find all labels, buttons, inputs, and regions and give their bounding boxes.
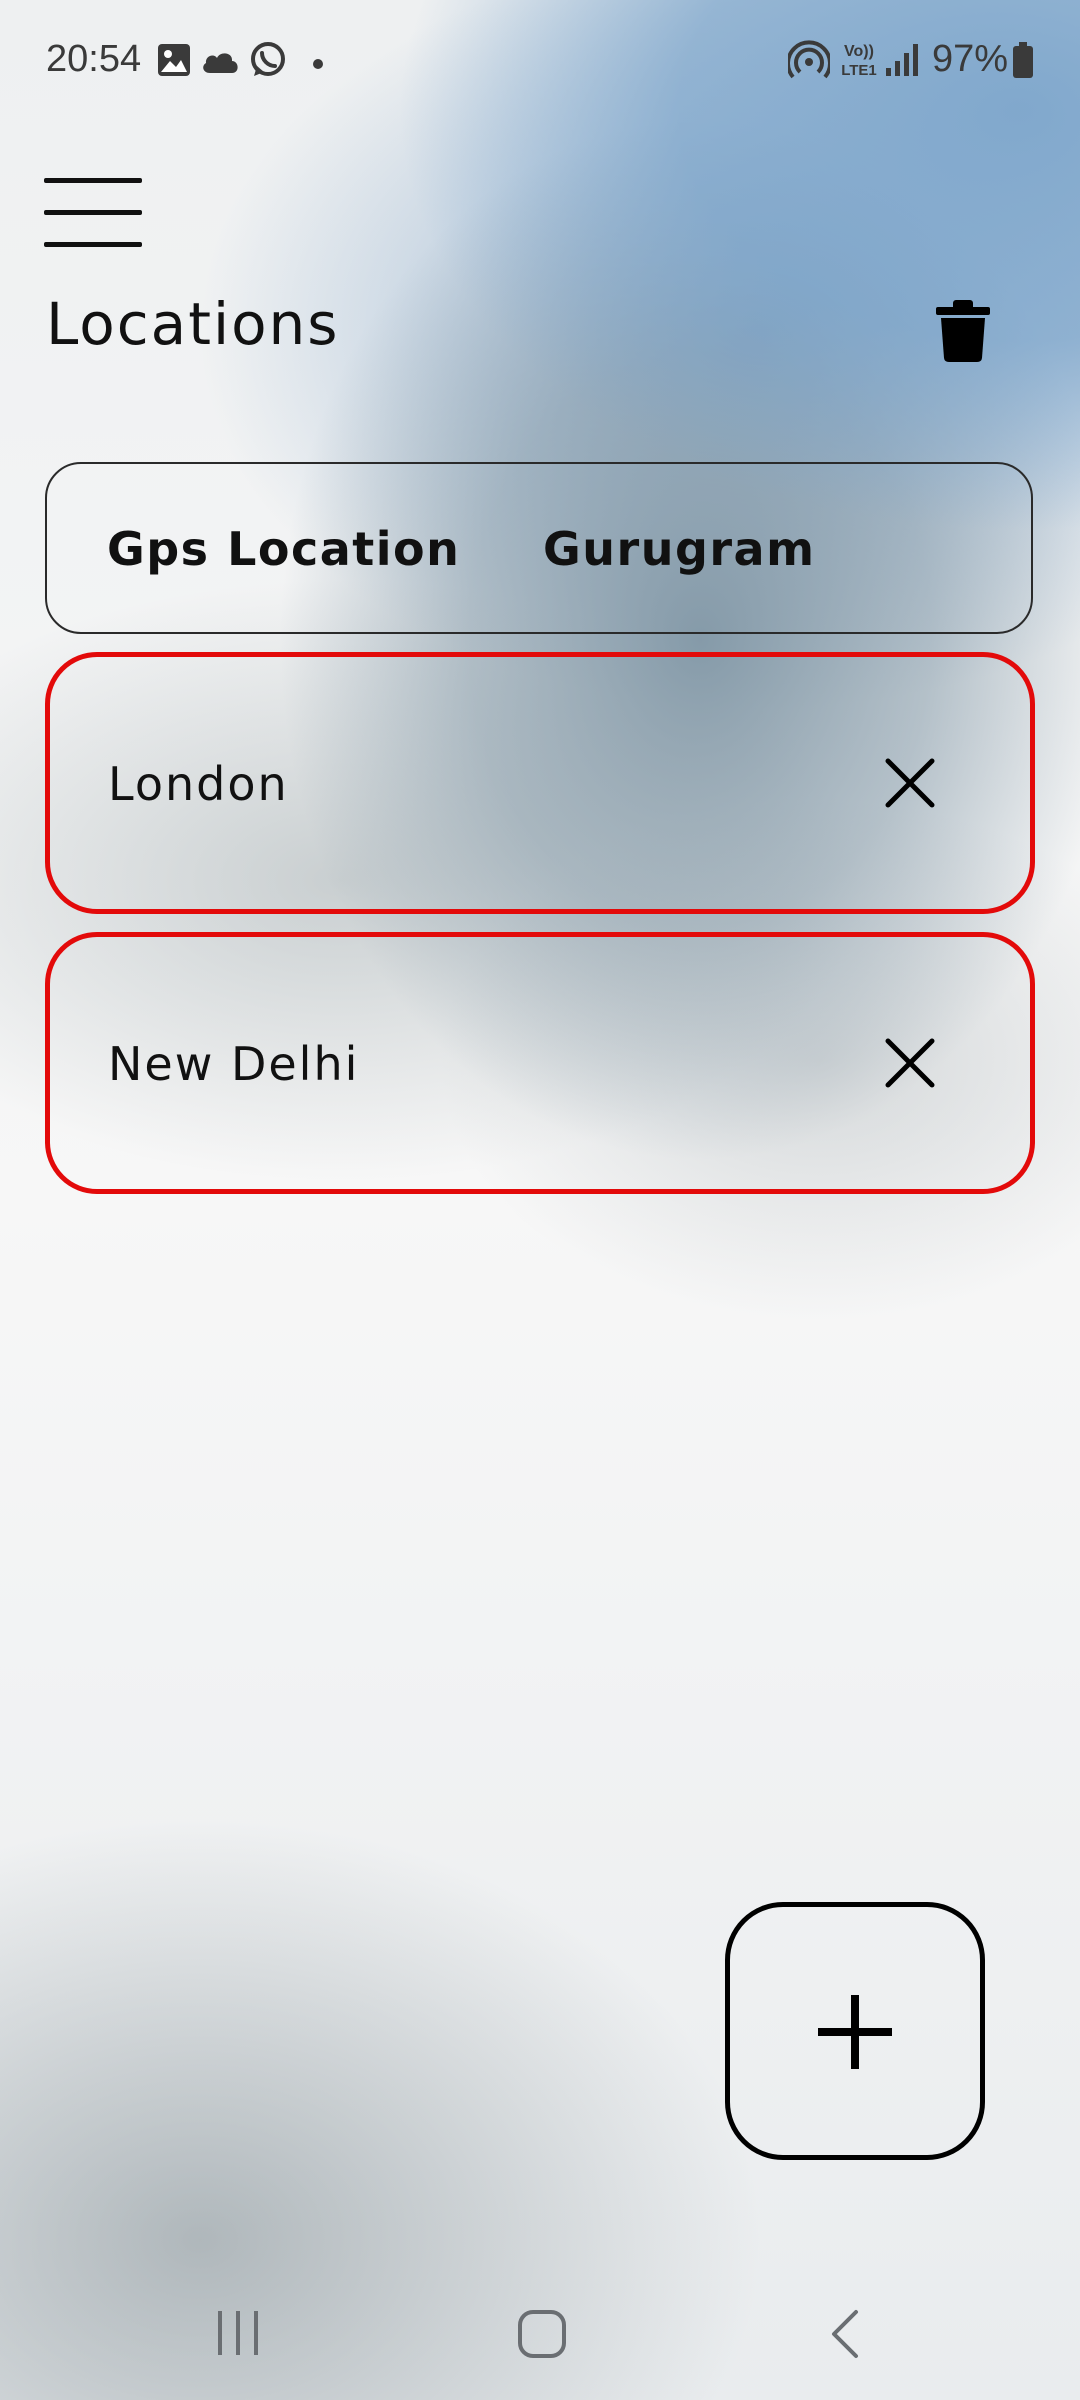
location-card-new-delhi[interactable]: New Delhi [45,932,1035,1194]
status-bar: 20:54 Vo)) LTE1 97% [0,0,1080,120]
trash-icon[interactable] [936,300,990,362]
gps-location-label: Gps Location [107,522,461,576]
add-location-button[interactable] [725,1902,985,2160]
cloud-icon [200,48,240,78]
svg-text:Vo)): Vo)) [844,43,874,60]
gallery-icon [156,42,192,82]
location-name: New Delhi [108,1037,360,1091]
svg-text:LTE1: LTE1 [841,62,877,79]
location-name: London [108,757,289,811]
whatsapp-icon [248,40,288,84]
close-icon[interactable] [882,755,938,811]
battery-icon [1012,42,1034,82]
recent-apps-icon[interactable] [214,2308,264,2362]
home-icon[interactable] [516,2308,568,2364]
battery-percent: 97% [931,38,1008,80]
location-card-london[interactable]: London [45,652,1035,914]
close-icon[interactable] [882,1035,938,1091]
back-icon[interactable] [826,2308,862,2364]
status-time: 20:54 [46,38,142,80]
gps-location-card[interactable]: Gps Location Gurugram [45,462,1033,634]
gps-city-name: Gurugram [543,522,816,576]
page-title: Locations [46,290,340,358]
hamburger-menu-icon[interactable] [44,178,142,248]
dot-icon [312,55,324,74]
plus-icon [810,1987,900,2081]
hotspot-icon [786,40,832,84]
navigation-bar [0,2280,1080,2400]
volte-icon: Vo)) LTE1 [838,40,880,84]
signal-icon [884,42,920,82]
